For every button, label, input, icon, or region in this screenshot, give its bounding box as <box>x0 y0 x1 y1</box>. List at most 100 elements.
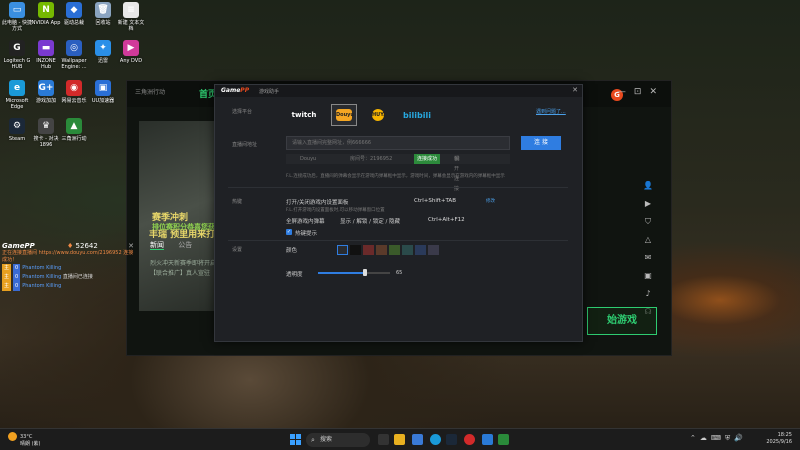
connection-status: Douyu 房间号：2196952 连接成功 ⛓ 解开连接 <box>286 154 510 192</box>
temperature: 33°C <box>20 434 33 440</box>
camera-icon[interactable]: ▶ <box>641 199 655 217</box>
platform-huya[interactable]: HUYA <box>368 104 388 126</box>
app-icon: ▲ <box>66 118 82 134</box>
hotkey1-value[interactable]: Ctrl+Shift+TAB <box>414 198 456 204</box>
color-swatch[interactable] <box>337 245 348 255</box>
connect-button[interactable]: 连 接 <box>521 136 561 150</box>
douyu-logo: Douyu <box>336 109 354 121</box>
close-icon[interactable]: ✕ <box>128 242 134 250</box>
desktop-icon-label: UU加速器 <box>91 98 115 104</box>
app-icon: ▶ <box>123 40 139 56</box>
launcher-window-controls[interactable]: —⊡✕ <box>617 87 665 97</box>
desktop-icon[interactable]: ▲ 三角洲行动 <box>59 118 89 142</box>
desktop-icon[interactable]: 🗑 回收站 <box>88 2 118 26</box>
desktop-icon[interactable]: ◆ 驱动总裁 <box>59 2 89 26</box>
search-icon: ⌕ <box>311 436 315 444</box>
netease-music-icon[interactable] <box>464 434 475 445</box>
help-link[interactable]: 遇到问题了... <box>536 108 566 115</box>
platform-bilibili[interactable]: bilibili <box>402 104 432 126</box>
desktop-icon[interactable]: G+ 游戏加加 <box>31 80 61 104</box>
hotkey-edit-link[interactable]: 修改 <box>486 198 495 204</box>
tiktok-icon[interactable]: ♪ <box>641 289 655 307</box>
desktop-icon-label: Wallpaper Engine: ... <box>61 58 87 70</box>
opacity-slider-handle[interactable] <box>362 269 367 276</box>
news-item[interactable]: 烈火冲天新赛季即将开启 <box>150 258 216 267</box>
desktop-icon-label: 迅雷 <box>97 58 108 64</box>
delta-force-icon[interactable] <box>498 434 509 445</box>
tab-announcements[interactable]: 公告 <box>178 241 192 249</box>
mail-icon[interactable]: ✉ <box>641 253 655 271</box>
chat-message: 主 0 Phantom Killing <box>2 264 134 273</box>
color-swatch[interactable] <box>428 245 439 255</box>
hotkey-tip-label: 热键提示 <box>295 231 318 237</box>
taskbar-search[interactable]: ⌕ 搜索 <box>306 433 370 447</box>
start-button[interactable] <box>290 434 302 446</box>
opacity-value: 65 <box>396 270 403 276</box>
danmaku-overlay: GamePP ♦ 52642 ✕ 正在连接直播间 https://www.dou… <box>2 242 134 312</box>
color-swatch[interactable] <box>350 245 361 255</box>
desktop-icon[interactable]: ▭ 此电脑 - 快捷方式 <box>2 2 32 32</box>
app-icon: ✦ <box>95 40 111 56</box>
desktop-icon-label: Steam <box>8 136 26 142</box>
desktop-icon[interactable]: ◉ 网易云音乐 <box>59 80 89 104</box>
desktop-icon-label: 游戏加加 <box>35 98 56 104</box>
tab-news[interactable]: 新闻 <box>150 241 164 250</box>
taskbar: 33°C 晴朗 (紫) ⌕ 搜索 ⌃☁⌨⛨🔊 18:25 2025/9/16 <box>0 428 800 450</box>
launcher-play-button[interactable]: 始游戏 <box>587 307 657 335</box>
edge-icon[interactable] <box>430 434 441 445</box>
gamepad-icon[interactable]: ▣ <box>641 271 655 289</box>
chat-username: Phantom Killing <box>22 274 62 280</box>
color-swatch[interactable] <box>376 245 387 255</box>
desktop-icon[interactable]: ✦ 迅雷 <box>88 40 118 64</box>
desktop-icon[interactable]: ♛ 搜卡 - 对决 1896 <box>31 118 61 148</box>
desktop-icon-label: 驱动总裁 <box>63 20 84 26</box>
system-tray[interactable]: ⌃☁⌨⛨🔊 <box>690 434 747 443</box>
store-icon[interactable] <box>412 434 423 445</box>
news-tabs[interactable]: 新闻 公告 <box>150 240 204 252</box>
desktop-icon[interactable]: N NVIDIA App <box>31 2 61 26</box>
clock[interactable]: 18:25 2025/9/16 <box>766 432 792 446</box>
color-swatch[interactable] <box>389 245 400 255</box>
gamepp-taskbar-icon[interactable] <box>482 434 493 445</box>
desktop-icon[interactable]: ⚙ Steam <box>2 118 32 142</box>
color-swatch[interactable] <box>415 245 426 255</box>
desktop-icon-label: 回收站 <box>95 20 111 26</box>
desktop-icon[interactable]: ▣ UU加速器 <box>88 80 118 104</box>
desktop-icon[interactable]: ▶ Any DVD <box>116 40 146 64</box>
app-icon: 🗑 <box>95 2 111 18</box>
app-icon: G <box>9 40 25 56</box>
color-swatch[interactable] <box>402 245 413 255</box>
hotkey-tip-checkbox[interactable]: ✓ <box>286 229 292 235</box>
task-view-icon[interactable] <box>378 434 389 445</box>
news-item[interactable]: 【联合推广】真人宣驻 <box>150 268 210 277</box>
app-icon: ▭ <box>9 2 25 18</box>
desktop-icon[interactable]: G Logitech G HUB <box>2 40 32 70</box>
desktop-icon[interactable]: e Microsoft Edge <box>2 80 32 110</box>
host-badge: 主 <box>2 273 12 282</box>
app-icon: N <box>38 2 54 18</box>
overlay-header: GamePP ♦ 52642 ✕ <box>2 242 134 250</box>
close-button[interactable]: ✕ <box>572 86 578 94</box>
platform-douyu[interactable]: Douyu <box>331 104 357 126</box>
url-label: 直播间地址 <box>232 142 258 148</box>
desktop-icon[interactable]: ≡ 新建 文本文档 <box>116 2 146 32</box>
chat-message: 主 0 Phantom Killing <box>2 282 134 291</box>
opacity-slider-fill <box>318 272 365 274</box>
color-swatch[interactable] <box>363 245 374 255</box>
opacity-slider[interactable] <box>318 272 390 274</box>
weather-widget[interactable]: 33°C 晴朗 (紫) <box>8 432 41 448</box>
file-explorer-icon[interactable] <box>394 434 405 445</box>
room-url-input[interactable] <box>286 136 510 150</box>
steam-icon[interactable] <box>446 434 457 445</box>
desktop-icon[interactable]: ▬ INZONE Hub <box>31 40 61 70</box>
launcher-side-icons[interactable]: 👤 ▶ ⛉ △ ✉ ▣ ♪ ☊ <box>641 181 655 325</box>
shield-icon[interactable]: ⛉ <box>641 217 655 235</box>
warning-icon[interactable]: △ <box>641 235 655 253</box>
platform-twitch[interactable]: twitch <box>290 104 318 126</box>
desktop-icon-label: NVIDIA App <box>31 20 61 26</box>
dialog-title-bar[interactable]: GamePP 游戏助手 ✕ <box>215 85 582 97</box>
banner-subtitle: 排位赛积分恭喜您获得 <box>152 223 222 231</box>
hotkey2-value[interactable]: Ctrl+Alt+F12 <box>428 217 465 223</box>
person-icon[interactable]: 👤 <box>641 181 655 199</box>
desktop-icon[interactable]: ◎ Wallpaper Engine: ... <box>59 40 89 70</box>
